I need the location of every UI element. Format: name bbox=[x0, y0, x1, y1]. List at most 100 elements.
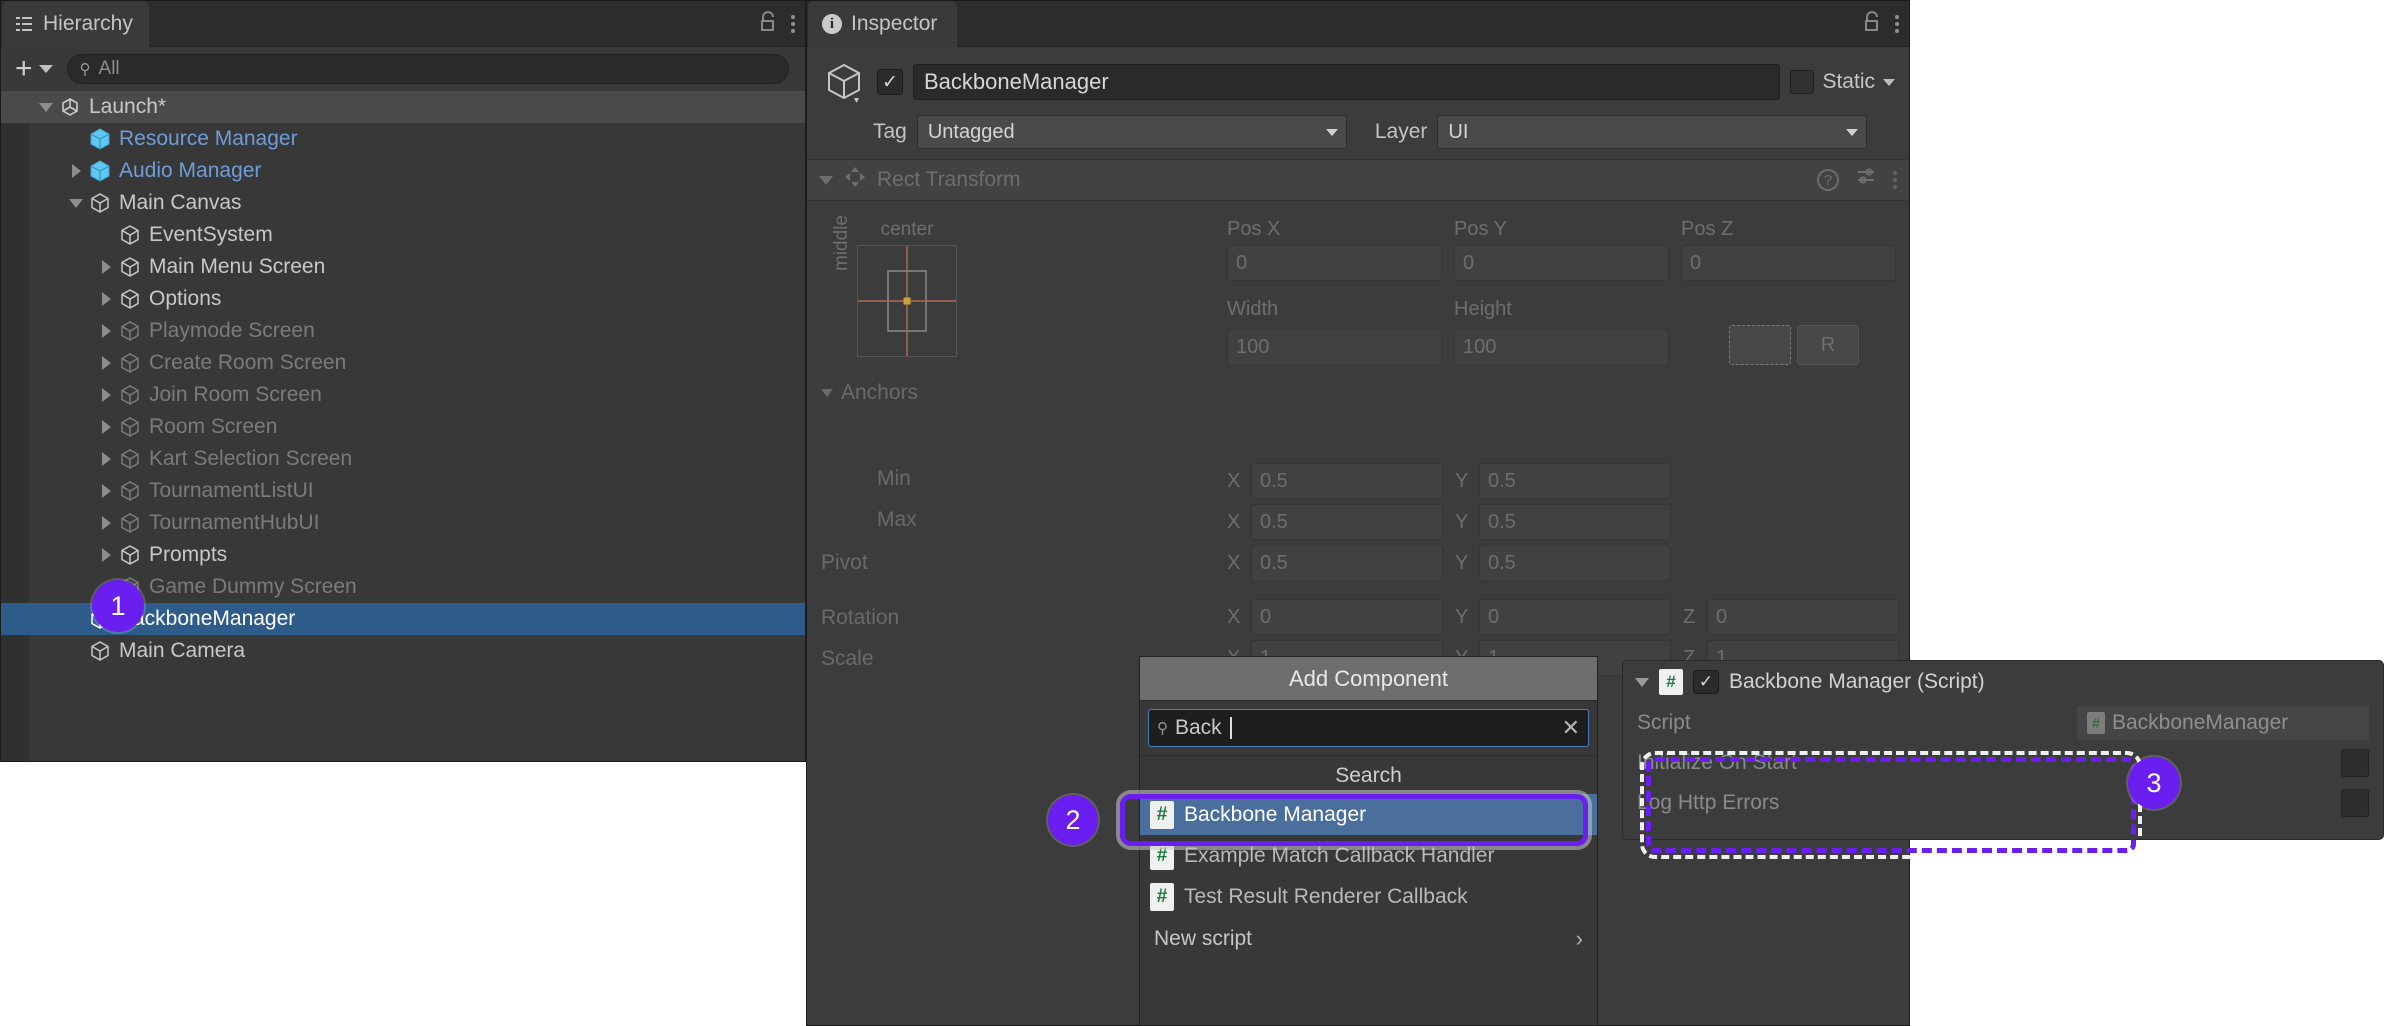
anchor-max-y-value: 0.5 bbox=[1488, 510, 1516, 533]
chevron-right-icon[interactable] bbox=[95, 420, 117, 434]
close-icon[interactable]: ✕ bbox=[1562, 715, 1580, 741]
script-property-label: Log Http Errors bbox=[1637, 791, 1780, 814]
rect-transform-header[interactable]: Rect Transform ? bbox=[807, 159, 1909, 201]
add-component-search-input[interactable]: ⚲ Back ✕ bbox=[1148, 709, 1589, 747]
layer-label: Layer bbox=[1374, 120, 1428, 143]
add-component-result-test-result-renderer-callback[interactable]: # Test Result Renderer Callback bbox=[1140, 876, 1597, 917]
chevron-down-icon[interactable] bbox=[65, 198, 87, 208]
hierarchy-search-input[interactable]: ⚲ All bbox=[66, 54, 789, 84]
chevron-right-icon[interactable] bbox=[95, 388, 117, 402]
hierarchy-item-join-room-screen[interactable]: Join Room Screen bbox=[1, 379, 805, 411]
pos-z-input[interactable]: 0 bbox=[1681, 245, 1896, 281]
add-component-result-example-match-callback-handler[interactable]: # Example Match Callback Handler bbox=[1140, 835, 1597, 876]
pivot-x-input[interactable]: 0.5 bbox=[1251, 545, 1443, 581]
script-property-checkbox[interactable] bbox=[2341, 789, 2369, 817]
chevron-right-icon[interactable] bbox=[65, 164, 87, 178]
cs-script-icon: # bbox=[1150, 841, 1174, 870]
anchor-max-x-input[interactable]: 0.5 bbox=[1251, 504, 1443, 540]
chevron-down-icon[interactable] bbox=[821, 389, 833, 397]
help-icon[interactable]: ? bbox=[1817, 169, 1839, 191]
kebab-menu-icon[interactable] bbox=[1895, 15, 1899, 33]
chevron-down-icon[interactable] bbox=[35, 102, 57, 112]
hierarchy-toolbar: + ⚲ All bbox=[1, 47, 805, 91]
raw-edit-mode-button[interactable]: R bbox=[1797, 325, 1859, 365]
anchor-preset-widget[interactable]: center middle bbox=[831, 215, 985, 357]
annotation-badge-3: 3 bbox=[2128, 757, 2180, 809]
anchor-min-x-input[interactable]: 0.5 bbox=[1251, 463, 1443, 499]
script-property-checkbox[interactable] bbox=[2341, 749, 2369, 777]
pos-y-value: 0 bbox=[1463, 251, 1475, 274]
hierarchy-item-options[interactable]: Options bbox=[1, 283, 805, 315]
lock-icon[interactable] bbox=[1863, 10, 1881, 38]
hierarchy-item-main-canvas[interactable]: Main Canvas bbox=[1, 187, 805, 219]
hierarchy-item-eventsystem[interactable]: EventSystem bbox=[1, 219, 805, 251]
tab-inspector[interactable]: i Inspector bbox=[808, 1, 958, 47]
chevron-right-icon[interactable] bbox=[95, 484, 117, 498]
tab-inspector-label: Inspector bbox=[851, 12, 938, 35]
prefab-icon bbox=[87, 159, 113, 183]
script-enabled-checkbox[interactable]: ✓ bbox=[1693, 670, 1719, 694]
blueprint-mode-button[interactable] bbox=[1729, 325, 1791, 365]
rotation-z-input[interactable]: 0 bbox=[1707, 599, 1899, 635]
gameobject-enabled-checkbox[interactable]: ✓ bbox=[877, 69, 903, 95]
chevron-right-icon[interactable] bbox=[95, 516, 117, 530]
hierarchy-item-audio-manager[interactable]: Audio Manager bbox=[1, 155, 805, 187]
hierarchy-item-room-screen[interactable]: Room Screen bbox=[1, 411, 805, 443]
hierarchy-item-launch[interactable]: Launch* bbox=[1, 91, 805, 123]
chevron-right-icon[interactable] bbox=[95, 452, 117, 466]
rotation-y-input[interactable]: 0 bbox=[1479, 599, 1671, 635]
new-script-item[interactable]: New script › bbox=[1140, 917, 1597, 961]
kebab-menu-icon[interactable] bbox=[1893, 171, 1897, 189]
rotation-x-input[interactable]: 0 bbox=[1251, 599, 1443, 635]
hierarchy-item-create-room-screen[interactable]: Create Room Screen bbox=[1, 347, 805, 379]
kebab-menu-icon[interactable] bbox=[791, 15, 795, 33]
tag-dropdown[interactable]: Untagged bbox=[916, 115, 1347, 149]
layer-dropdown[interactable]: UI bbox=[1437, 115, 1868, 149]
add-component-result-backbone-manager[interactable]: # Backbone Manager bbox=[1140, 794, 1597, 835]
anchor-min-y-input[interactable]: 0.5 bbox=[1479, 463, 1671, 499]
chevron-down-icon[interactable] bbox=[819, 175, 833, 185]
chevron-right-icon[interactable] bbox=[95, 260, 117, 274]
hierarchy-item-prompts[interactable]: Prompts bbox=[1, 539, 805, 571]
hierarchy-window: Hierarchy + ⚲ All Launch* Resource Manag… bbox=[0, 0, 806, 762]
script-object-field[interactable]: # BackboneManager bbox=[2077, 706, 2369, 740]
hierarchy-tree[interactable]: Launch* Resource Manager Audio Manager Main… bbox=[1, 91, 805, 761]
hierarchy-item-label: Audio Manager bbox=[119, 159, 262, 182]
height-input[interactable]: 100 bbox=[1454, 329, 1669, 365]
chevron-right-icon[interactable] bbox=[95, 548, 117, 562]
add-component-button[interactable]: Add Component bbox=[1140, 657, 1597, 701]
chevron-down-icon bbox=[1325, 128, 1338, 136]
static-checkbox[interactable] bbox=[1790, 70, 1815, 94]
rect-transform-header-tools: ? bbox=[1817, 166, 1897, 194]
width-input[interactable]: 100 bbox=[1227, 329, 1442, 365]
tag-layer-row: Tag Untagged Layer UI bbox=[807, 109, 1909, 159]
hierarchy-item-tournamentlistui[interactable]: TournamentListUI bbox=[1, 475, 805, 507]
chevron-right-icon[interactable] bbox=[95, 356, 117, 370]
chevron-down-icon[interactable] bbox=[1635, 677, 1649, 687]
script-field-value-wrap[interactable]: # BackboneManager bbox=[2077, 706, 2369, 740]
gameobject-name-value: BackboneManager bbox=[924, 69, 1109, 94]
hierarchy-item-tournamenthubui[interactable]: TournamentHubUI bbox=[1, 507, 805, 539]
preset-icon[interactable] bbox=[1855, 166, 1877, 194]
hierarchy-item-label: Main Camera bbox=[119, 639, 246, 662]
chevron-right-icon[interactable] bbox=[95, 324, 117, 338]
hierarchy-item-playmode-screen[interactable]: Playmode Screen bbox=[1, 315, 805, 347]
anchors-section-header[interactable]: Anchors bbox=[821, 381, 918, 405]
hierarchy-item-main-camera[interactable]: Main Camera bbox=[1, 635, 805, 667]
hierarchy-tabbar: Hierarchy bbox=[1, 1, 805, 47]
pos-x-input[interactable]: 0 bbox=[1227, 245, 1442, 281]
hierarchy-item-kart-selection-screen[interactable]: Kart Selection Screen bbox=[1, 443, 805, 475]
chevron-right-icon[interactable] bbox=[95, 292, 117, 306]
pivot-y-input[interactable]: 0.5 bbox=[1479, 545, 1671, 581]
chevron-down-icon[interactable] bbox=[1883, 78, 1895, 86]
lock-icon[interactable] bbox=[759, 10, 777, 38]
pos-y-input[interactable]: 0 bbox=[1454, 245, 1669, 281]
anchor-max-y-input[interactable]: 0.5 bbox=[1479, 504, 1671, 540]
static-toggle[interactable]: Static bbox=[1790, 70, 1895, 94]
tab-hierarchy[interactable]: Hierarchy bbox=[2, 1, 149, 47]
hierarchy-item-resource-manager[interactable]: Resource Manager bbox=[1, 123, 805, 155]
gameobject-name-input[interactable]: BackboneManager bbox=[913, 64, 1781, 100]
create-gameobject-button[interactable]: + bbox=[11, 54, 57, 84]
script-component-header[interactable]: # ✓ Backbone Manager (Script) bbox=[1623, 661, 2383, 703]
hierarchy-item-main-menu-screen[interactable]: Main Menu Screen bbox=[1, 251, 805, 283]
